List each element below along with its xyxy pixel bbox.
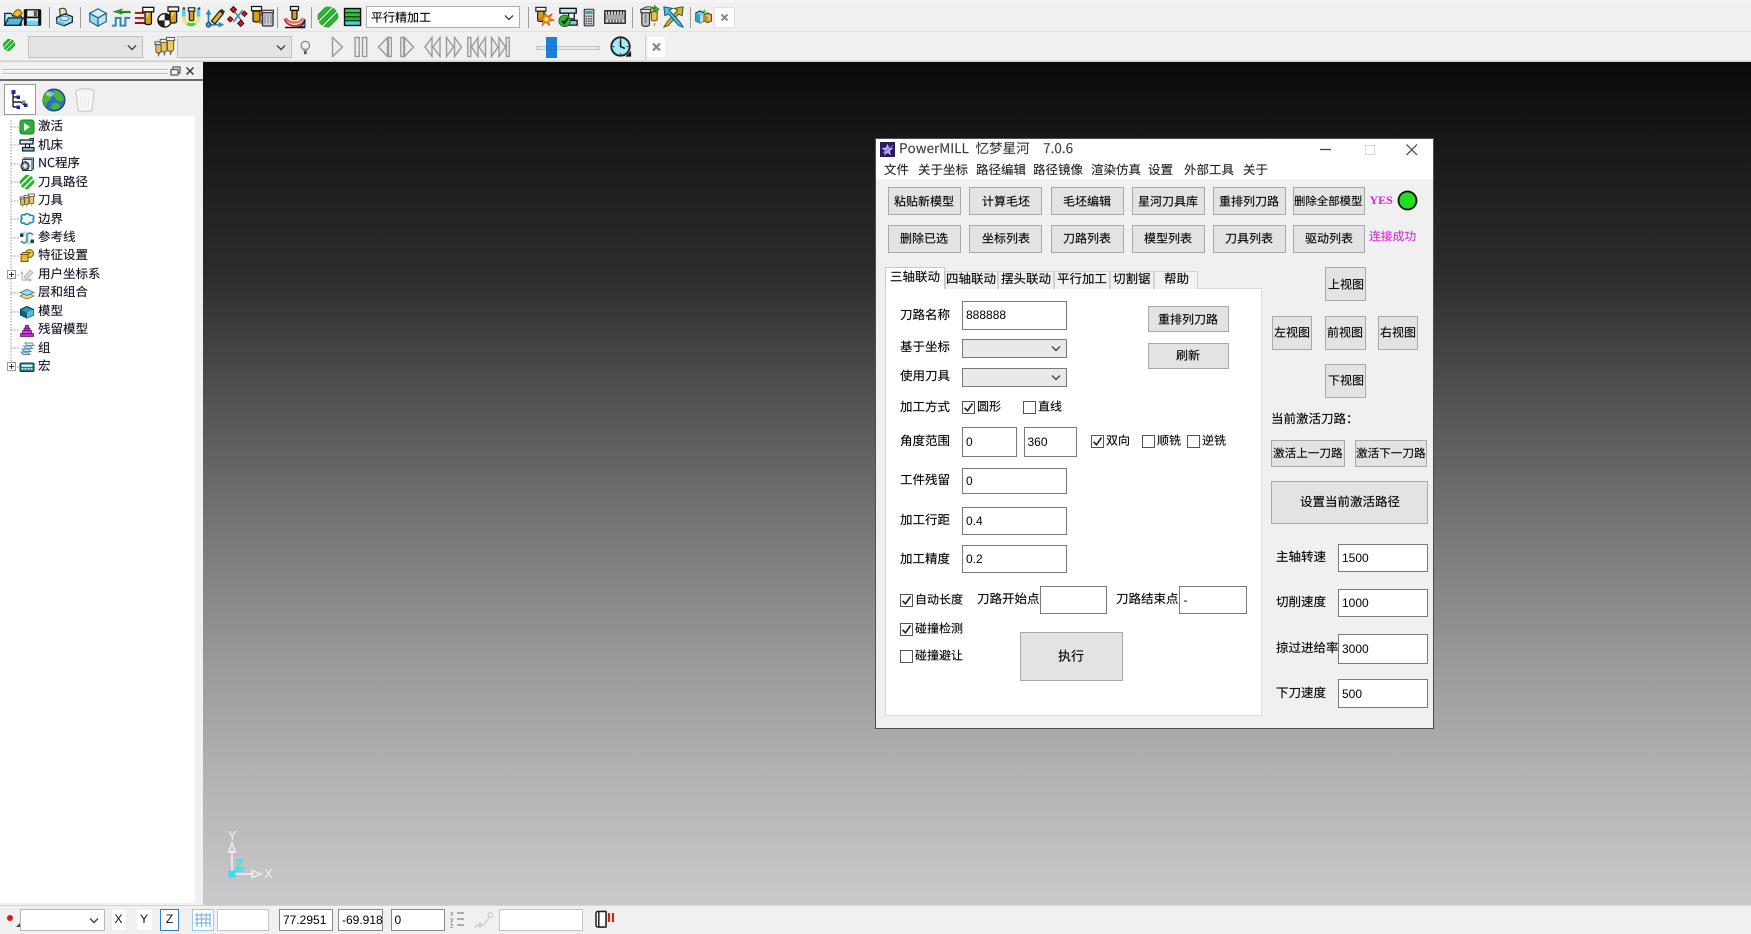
svg-text:Z: Z [235,856,244,872]
svg-text:X: X [264,866,273,881]
svg-text:z: z [450,923,454,930]
svg-text:Y: Y [228,828,237,843]
